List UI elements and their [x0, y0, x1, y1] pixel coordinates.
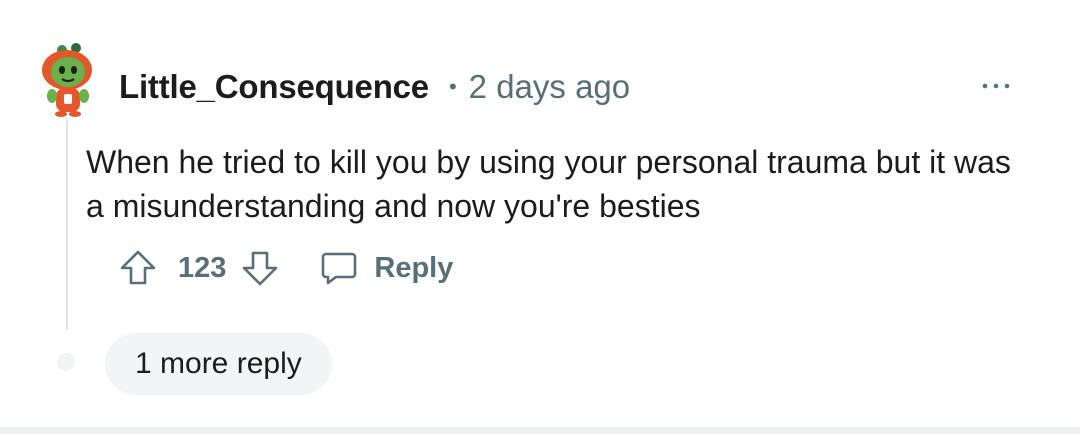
comment-body: When he tried to kill you by using your …: [86, 144, 1011, 224]
snoo-avatar-icon: [42, 43, 92, 117]
comment-header: Little_Consequence • 2 days ago: [119, 64, 630, 110]
thread-line[interactable]: [66, 118, 68, 330]
more-options-button[interactable]: [978, 72, 1014, 100]
separator-dot: •: [448, 74, 457, 99]
reply-label: Reply: [374, 251, 454, 284]
reply-button[interactable]: Reply: [320, 250, 453, 286]
more-dots-icon: [982, 83, 1010, 89]
username[interactable]: Little_Consequence: [119, 68, 429, 106]
comment-bubble-icon: [322, 252, 357, 285]
downvote-button[interactable]: [240, 248, 280, 288]
more-replies-button[interactable]: 1 more reply: [105, 333, 332, 395]
comment-actions: 123 Reply: [118, 246, 453, 290]
collapsed-thread-dot: [57, 353, 75, 371]
downvote-arrow-icon: [243, 251, 278, 286]
upvote-button[interactable]: [118, 248, 158, 288]
vote-score: 123: [178, 251, 227, 284]
upvote-arrow-icon: [120, 250, 156, 285]
section-divider: [0, 427, 1080, 434]
timestamp: 2 days ago: [468, 68, 631, 105]
user-avatar[interactable]: [40, 42, 94, 118]
